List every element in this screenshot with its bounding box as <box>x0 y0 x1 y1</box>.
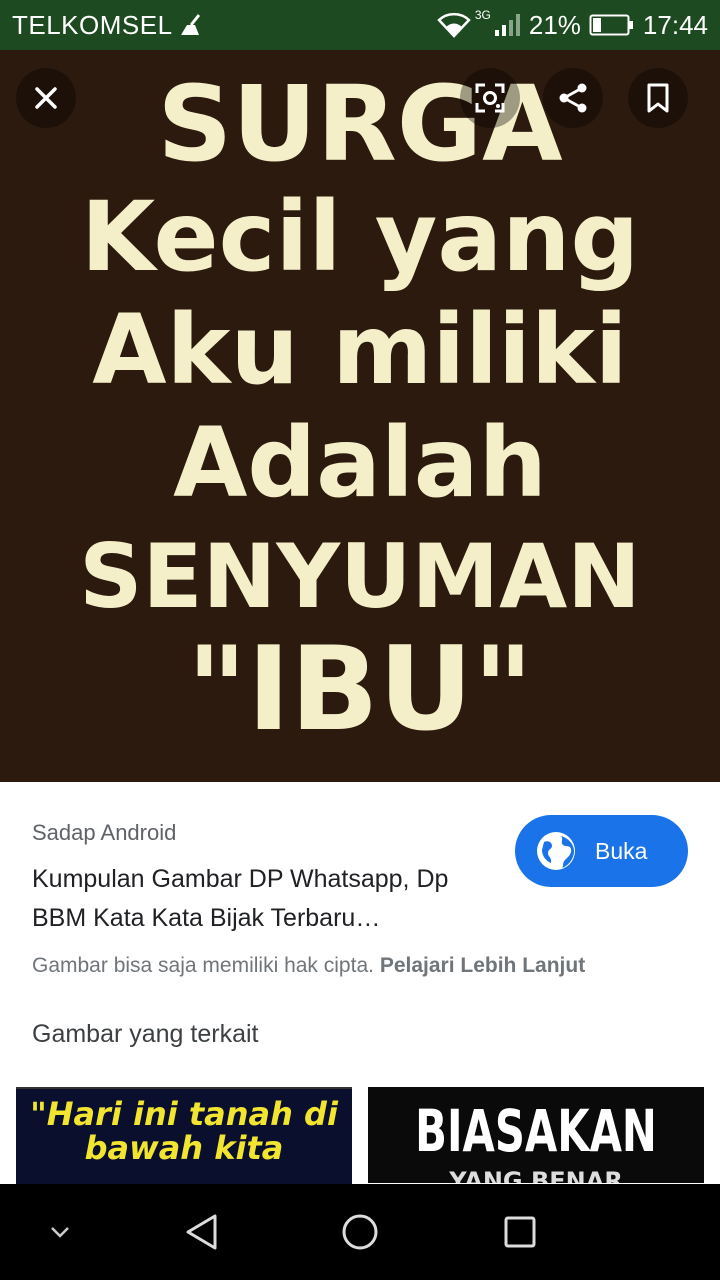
thumbnail-subtext: YANG BENAR <box>449 1167 623 1183</box>
related-images-heading: Gambar yang terkait <box>32 1020 259 1048</box>
open-button[interactable]: Buka <box>515 815 688 887</box>
back-triangle-icon <box>184 1213 220 1251</box>
close-icon <box>32 84 60 112</box>
lens-icon <box>474 82 506 114</box>
recents-square-icon <box>502 1214 538 1250</box>
cleaner-icon <box>177 13 203 37</box>
result-title[interactable]: Kumpulan Gambar DP Whatsapp, Dp BBM Kata… <box>32 860 482 938</box>
open-label: Buka <box>595 837 648 864</box>
bookmark-button[interactable] <box>628 68 688 128</box>
battery-percent: 21% <box>528 9 581 40</box>
globe-icon <box>535 830 577 872</box>
image-line: Kecil yang <box>80 181 640 293</box>
share-button[interactable] <box>543 68 603 128</box>
lens-button[interactable] <box>460 68 520 128</box>
related-thumbnail[interactable]: BIASAKAN YANG BENAR <box>368 1087 704 1183</box>
network-type: 3G <box>474 8 491 22</box>
thumbnail-text: "Hari ini tanah di bawah kita <box>30 1095 338 1167</box>
image-preview[interactable]: SURGA Kecil yang Aku miliki Adalah SENYU… <box>0 50 720 782</box>
home-button[interactable] <box>328 1184 392 1280</box>
source-name[interactable]: Sadap Android <box>32 820 176 846</box>
status-bar: TELKOMSEL 3G 21% 17:44 <box>0 0 720 50</box>
wifi-icon <box>437 12 471 38</box>
copyright-notice: Gambar bisa saja memiliki hak cipta. Pel… <box>32 954 585 978</box>
back-button[interactable] <box>170 1184 234 1280</box>
recents-button[interactable] <box>488 1184 552 1280</box>
image-line: "IBU" <box>186 622 534 757</box>
related-thumbnail[interactable]: "Hari ini tanah di bawah kita <box>16 1087 352 1185</box>
image-line: Aku miliki <box>92 294 628 406</box>
signal-icon <box>493 12 521 38</box>
copyright-text: Gambar bisa saja memiliki hak cipta. <box>32 954 374 977</box>
share-icon <box>556 81 590 115</box>
chevron-down-icon <box>49 1225 71 1239</box>
close-button[interactable] <box>16 68 76 128</box>
thumbnail-text: BIASAKAN <box>415 1097 657 1165</box>
battery-icon <box>589 13 635 37</box>
image-line: SENYUMAN <box>79 525 641 628</box>
image-text: SURGA Kecil yang Aku miliki Adalah SENYU… <box>0 63 720 757</box>
navigation-bar <box>0 1184 720 1280</box>
clock: 17:44 <box>642 9 708 40</box>
image-line: Adalah <box>173 407 547 519</box>
carrier-name: TELKOMSEL <box>12 9 173 40</box>
home-circle-icon <box>340 1212 380 1252</box>
bookmark-icon <box>645 82 671 114</box>
hide-nav-button[interactable] <box>30 1184 90 1280</box>
image-line: SURGA <box>157 63 563 185</box>
learn-more-link[interactable]: Pelajari Lebih Lanjut <box>380 954 585 977</box>
